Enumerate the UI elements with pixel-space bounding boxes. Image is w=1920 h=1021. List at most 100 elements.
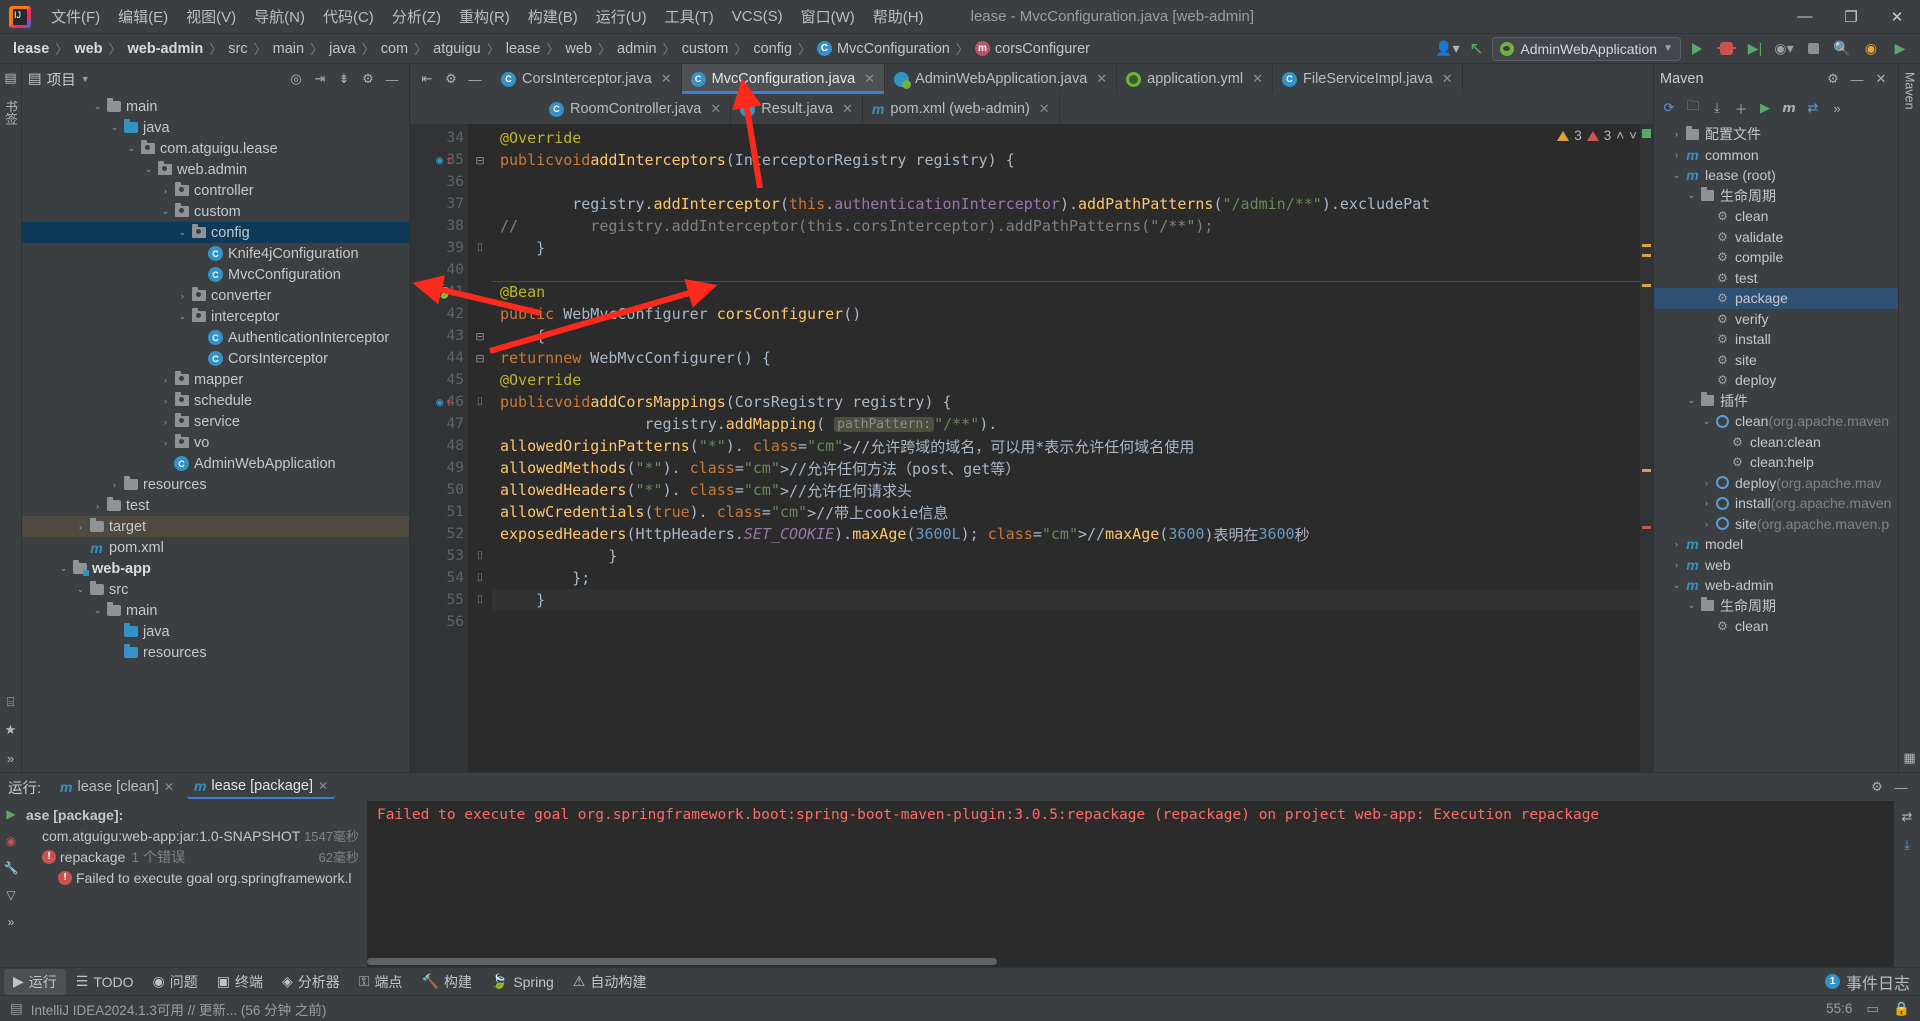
project-tree-item-web-admin[interactable]: ⌄ web.admin (22, 159, 409, 180)
maven-tree-item-clean[interactable]: ⚙ clean (1654, 616, 1898, 637)
tool-window-TODO[interactable]: ☰ TODO (67, 970, 143, 993)
gutter-line-56[interactable]: 56 (410, 611, 468, 633)
code-line-37[interactable]: registry. addInterceptor(this. authenticat… (492, 193, 1640, 215)
breadcrumb-item-admin[interactable]: admin (612, 39, 662, 59)
expand-all-icon[interactable]: ⇟ (333, 68, 355, 90)
chevron-down-icon[interactable]: ⌄ (158, 206, 173, 217)
menu-item-7[interactable]: 构建(B) (519, 2, 587, 31)
project-tree-item-knife4jconfiguration[interactable]: C Knife4jConfiguration (22, 243, 409, 264)
chevron-down-icon[interactable]: ⌄ (1669, 580, 1684, 591)
notifications-icon[interactable]: ◉ (1858, 37, 1884, 61)
hide-editor-icon[interactable]: — (464, 68, 486, 90)
tool-window-运行[interactable]: ▶ 运行 (4, 968, 66, 995)
maven-tree-item-test[interactable]: ⚙ test (1654, 268, 1898, 289)
locate-icon[interactable]: ◎ (285, 68, 307, 90)
run-tab-lease-package-[interactable]: m lease [package] ✕ (186, 775, 336, 799)
settings-icon[interactable]: ⚙ (357, 68, 379, 90)
gutter-line-37[interactable]: 37 (410, 193, 468, 215)
code-line-41[interactable]: @Bean (492, 281, 1640, 303)
download-log-icon[interactable]: ⤓ (1897, 835, 1917, 855)
maven-tree-item-clean-clean[interactable]: ⚙ clean:clean (1654, 432, 1898, 453)
editor-fold-column[interactable]: ⊟ ⌷ ⊟ ⊟ ⌷ ⌷ ⌷ ⌷ (468, 124, 492, 772)
editor-tab-result-java[interactable]: C Result.java ✕ (731, 94, 863, 124)
project-tree-item-resources[interactable]: resources (22, 642, 409, 663)
breadcrumb-item-web-admin[interactable]: web-admin (123, 39, 209, 59)
tool-window-端点[interactable]: ⚿ 端点 (350, 969, 412, 995)
ai-assistant-icon[interactable]: ▶ (1887, 37, 1913, 61)
override-method-icon[interactable]: ◉ ↑ (436, 395, 452, 409)
expand-icon[interactable]: » (2, 913, 20, 931)
lock-icon[interactable]: 🔒 (1893, 1001, 1910, 1017)
chevron-down-icon[interactable]: ⌄ (175, 311, 190, 322)
code-line-55[interactable]: } (492, 589, 1640, 611)
fold-marker-35[interactable]: ⊟ (468, 149, 492, 171)
spring-bean-icon[interactable]: 🍃 (436, 285, 452, 300)
maven-tree-item-install[interactable]: ⚙ install (1654, 329, 1898, 350)
chevron-down-icon[interactable]: ⌄ (1684, 190, 1699, 201)
maven-tree-item--[interactable]: ⌄ 生命周期 (1654, 186, 1898, 207)
run-icon[interactable]: ▶ (1754, 97, 1776, 119)
code-line-38[interactable]: // registry.addInterceptor(this.corsInte… (492, 215, 1640, 237)
close-icon[interactable]: ✕ (164, 780, 174, 794)
code-line-44[interactable]: return new WebMvcConfigurer() { (492, 347, 1640, 369)
close-icon[interactable]: ✕ (864, 71, 875, 87)
breadcrumb-item-mvcconfiguration[interactable]: C MvcConfiguration (812, 39, 955, 59)
console-horizontal-scrollbar[interactable] (367, 958, 1894, 965)
hide-panel-icon[interactable]: — (381, 68, 403, 90)
gutter-line-44[interactable]: 44 (410, 347, 468, 369)
code-line-45[interactable]: @Override (492, 369, 1640, 391)
breadcrumb-item-lease[interactable]: lease (501, 39, 546, 59)
git-update-icon[interactable]: ↖ (1463, 37, 1489, 61)
menu-item-1[interactable]: 编辑(E) (109, 2, 177, 31)
project-tree-item-java[interactable]: java (22, 621, 409, 642)
chevron-right-icon[interactable]: › (1669, 539, 1684, 549)
project-tree-item-authenticationinterceptor[interactable]: C AuthenticationInterceptor (22, 327, 409, 348)
editor-tab-mvcconfiguration-java[interactable]: C MvcConfiguration.java ✕ (681, 64, 886, 94)
breadcrumb-item-com[interactable]: com (376, 39, 413, 59)
chevron-down-icon[interactable]: ⌄ (90, 605, 105, 616)
settings-icon[interactable]: ⚙ (1822, 68, 1844, 90)
breadcrumb-item-web[interactable]: web (560, 39, 597, 59)
maven-tree-item-package[interactable]: ⚙ package (1654, 288, 1898, 309)
code-line-43[interactable]: { (492, 325, 1640, 347)
chevron-right-icon[interactable]: › (90, 501, 105, 511)
tool-window-问题[interactable]: ◉ 问题 (144, 969, 207, 995)
code-line-47[interactable]: registry. addMapping( pathPattern: "/**")… (492, 413, 1640, 435)
chevron-down-icon[interactable]: ⌄ (175, 227, 190, 238)
maven-tree-item-lease-root-[interactable]: ⌄ m lease (root) (1654, 165, 1898, 186)
maven-tree-item-site[interactable]: ⚙ site (1654, 350, 1898, 371)
breadcrumb-item-lease[interactable]: lease (8, 39, 54, 59)
more-tools-icon[interactable]: » (2, 749, 20, 767)
menu-item-5[interactable]: 分析(Z) (383, 2, 450, 31)
chevron-down-icon[interactable]: ⌄ (1684, 600, 1699, 611)
project-tree-item-java[interactable]: ⌄ java (22, 117, 409, 138)
fold-marker-39[interactable]: ⌷ (468, 237, 492, 259)
override-method-icon[interactable]: ◉ ↑ (436, 153, 452, 167)
chevron-right-icon[interactable]: › (158, 396, 173, 406)
next-problem-icon[interactable]: ˅ (1629, 128, 1637, 143)
project-tree-item-custom[interactable]: ⌄ custom (22, 201, 409, 222)
project-tree-item-converter[interactable]: › converter (22, 285, 409, 306)
gutter-line-34[interactable]: 34 (410, 127, 468, 149)
maven-tree-item-site[interactable]: › site (org.apache.maven.p (1654, 514, 1898, 535)
gutter-line-43[interactable]: 43 (410, 325, 468, 347)
project-tree-item-vo[interactable]: › vo (22, 432, 409, 453)
maven-tree-item-compile[interactable]: ⚙ compile (1654, 247, 1898, 268)
chevron-right-icon[interactable]: › (1699, 478, 1714, 488)
maven-tree-item-clean[interactable]: ⚙ clean (1654, 206, 1898, 227)
maven-tree-item--[interactable]: ⌄ 生命周期 (1654, 596, 1898, 617)
hide-panel-icon[interactable]: — (1846, 68, 1868, 90)
structure-tool-icon[interactable]: ⌸ (2, 693, 20, 711)
back-navigation-icon[interactable]: ⇤ (416, 68, 438, 90)
gutter-line-54[interactable]: 54 (410, 567, 468, 589)
menu-item-2[interactable]: 视图(V) (177, 2, 245, 31)
search-icon[interactable]: 🔍 (1829, 37, 1855, 61)
fold-marker-53[interactable]: ⌷ (468, 545, 492, 567)
show-failed-icon[interactable]: ◉ (2, 832, 20, 850)
chevron-down-icon[interactable]: ⌄ (107, 122, 122, 133)
code-line-56[interactable] (492, 611, 1640, 633)
code-line-39[interactable]: } (492, 237, 1640, 259)
chevron-right-icon[interactable]: › (1699, 498, 1714, 508)
run-tree-item[interactable]: ! Failed to execute goal org.springframew… (22, 867, 367, 888)
chevron-down-icon[interactable]: ⌄ (73, 584, 88, 595)
